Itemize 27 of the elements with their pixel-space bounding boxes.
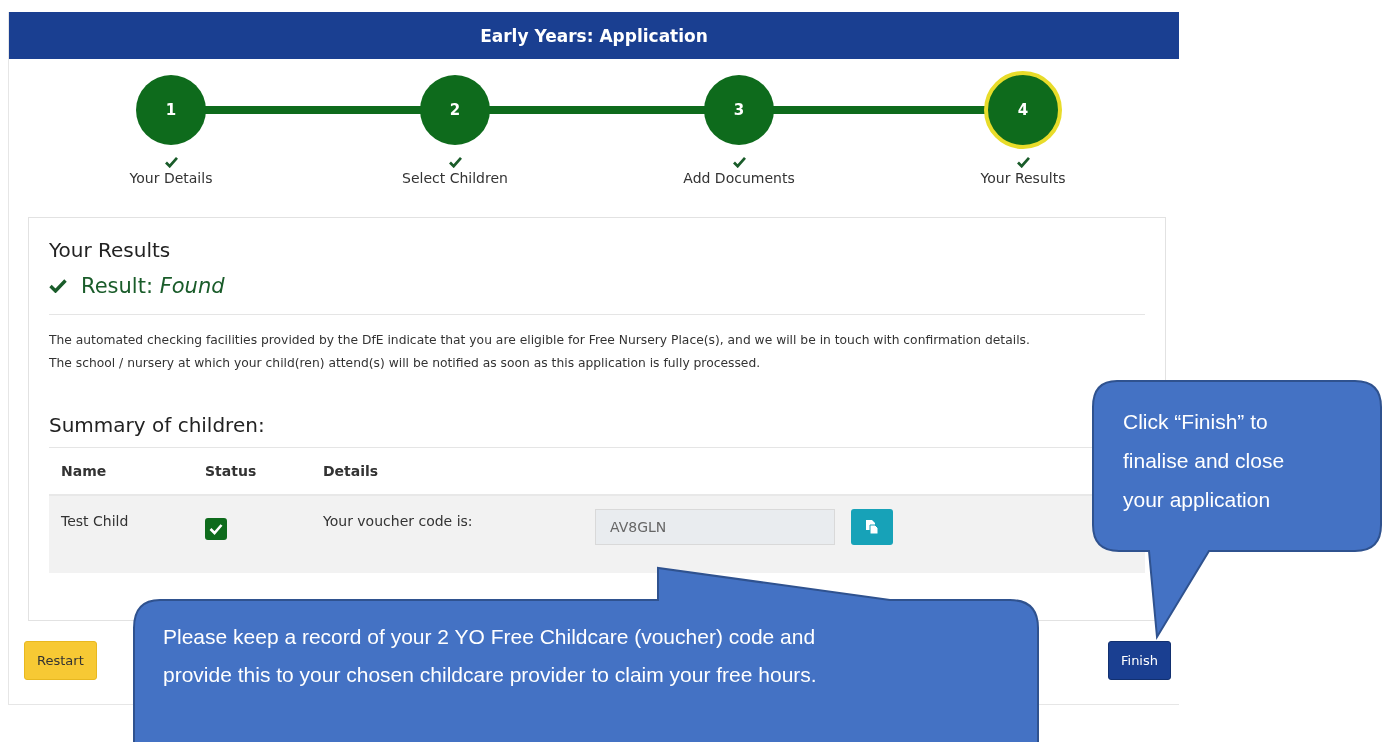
- step-circle[interactable]: 3: [704, 75, 774, 145]
- callout-text: Please keep a record of your 2 YO Free Childcare (voucher) code and provide this to your chosen childcare provider to claim your free hours.: [163, 624, 818, 688]
- child-name: Test Child: [60, 512, 130, 529]
- step-label: Add Documents: [683, 170, 795, 186]
- page-title: Early Years: Application: [480, 25, 708, 46]
- section-heading: Your Results: [49, 238, 172, 262]
- step-circle[interactable]: 2: [420, 75, 490, 145]
- step-label: Your Results: [980, 170, 1066, 186]
- column-header: Name: [60, 463, 108, 479]
- message-text: The automated checking facilities provided by the DfE indicate that you are eligible for Free Nursery Place(s), and we will be in touch with confirmation details.: [49, 332, 1031, 349]
- step-label: Your Details: [129, 170, 213, 186]
- voucher-code-field[interactable]: AV8GLN: [595, 509, 835, 545]
- copy-icon: [866, 520, 878, 534]
- step-circle[interactable]: 1: [136, 75, 206, 145]
- copy-button[interactable]: [851, 509, 893, 545]
- column-header: Details: [323, 463, 380, 479]
- step-circle[interactable]: 4: [984, 71, 1062, 149]
- message-text: The school / nursery at which your child(ren) attend(s) will be notified as soon as this application is fully processed.: [49, 355, 762, 372]
- column-header: Status: [205, 463, 258, 479]
- restart-button[interactable]: Restart: [24, 641, 97, 680]
- check-icon: [209, 523, 223, 535]
- step-label: Select Children: [402, 170, 508, 186]
- check-icon: [49, 279, 67, 293]
- callout-text: Click “Finish” to finalise and close your application: [1123, 409, 1286, 513]
- voucher-label: Your voucher code is:: [323, 512, 474, 529]
- result-text: Result: Found: [81, 274, 225, 298]
- finish-button[interactable]: Finish: [1108, 641, 1171, 680]
